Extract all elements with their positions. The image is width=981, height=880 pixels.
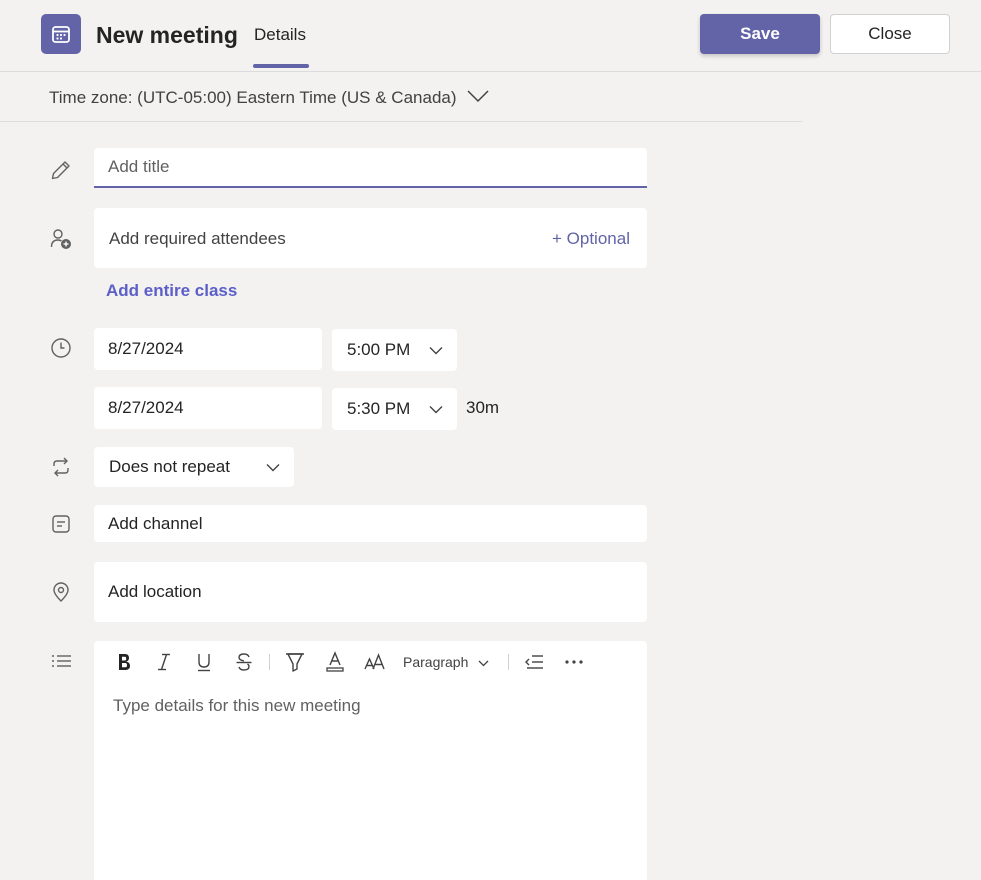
repeat-value: Does not repeat [109,457,230,476]
channel-icon [49,512,73,536]
duration-label: 30m [466,398,500,417]
close-button[interactable]: Close [830,14,950,54]
start-date-value: 8/27/2024 [108,339,184,358]
channel-field[interactable]: Add channel [94,505,647,542]
toolbar-divider [508,654,510,670]
font-color-icon[interactable] [315,650,355,674]
add-person-icon [49,227,73,251]
title-field[interactable] [94,148,647,188]
formatting-toolbar: Paragraph [104,650,594,674]
more-icon[interactable] [554,650,594,674]
timezone-divider [0,121,802,122]
clock-icon [49,336,73,360]
details-list-icon [49,649,73,673]
underline-icon[interactable] [184,650,224,674]
chevron-down-icon [429,399,443,419]
page-title: New meeting [96,22,238,48]
end-date-field[interactable]: 8/27/2024 [94,387,322,429]
details-editor[interactable] [94,641,647,880]
timezone-selector[interactable]: Time zone: (UTC-05:00) Eastern Time (US … [49,87,489,109]
optional-attendees-link[interactable]: + Optional [552,229,630,249]
end-date-value: 8/27/2024 [108,398,184,417]
paragraph-dropdown[interactable]: Paragraph [395,654,503,670]
pencil-icon [49,158,73,182]
strikethrough-icon[interactable] [224,650,264,674]
chevron-down-icon [266,457,280,477]
paragraph-label: Paragraph [403,654,469,670]
attendees-placeholder[interactable]: Add required attendees [109,229,286,249]
calendar-app-icon [41,14,81,54]
tab-active-indicator [253,64,309,68]
decrease-indent-icon[interactable] [514,650,554,674]
highlight-icon[interactable] [275,650,315,674]
start-time-value: 5:00 PM [347,340,411,359]
start-time-dropdown[interactable]: 5:00 PM [332,329,457,371]
chevron-down-icon [478,654,489,670]
add-entire-class-link[interactable]: Add entire class [106,281,237,301]
channel-placeholder: Add channel [108,513,203,533]
timezone-label: Time zone: (UTC-05:00) Eastern Time (US … [49,88,457,107]
end-time-value: 5:30 PM [347,399,411,418]
save-button[interactable]: Save [700,14,820,54]
title-input[interactable] [94,148,647,186]
font-size-icon[interactable] [355,650,395,674]
chevron-down-icon [429,340,443,360]
end-time-dropdown[interactable]: 5:30 PM [332,388,457,430]
repeat-icon [49,455,73,479]
header-divider [0,71,981,72]
start-date-field[interactable]: 8/27/2024 [94,328,322,370]
location-field[interactable]: Add location [94,562,647,622]
location-placeholder: Add location [108,582,202,601]
details-placeholder[interactable]: Type details for this new meeting [113,696,361,716]
tab-details[interactable]: Details [254,24,306,46]
repeat-dropdown[interactable]: Does not repeat [94,447,294,487]
bold-icon[interactable] [104,650,144,674]
location-pin-icon [49,580,73,604]
italic-icon[interactable] [144,650,184,674]
chevron-down-icon [466,87,489,109]
toolbar-divider [269,654,270,670]
